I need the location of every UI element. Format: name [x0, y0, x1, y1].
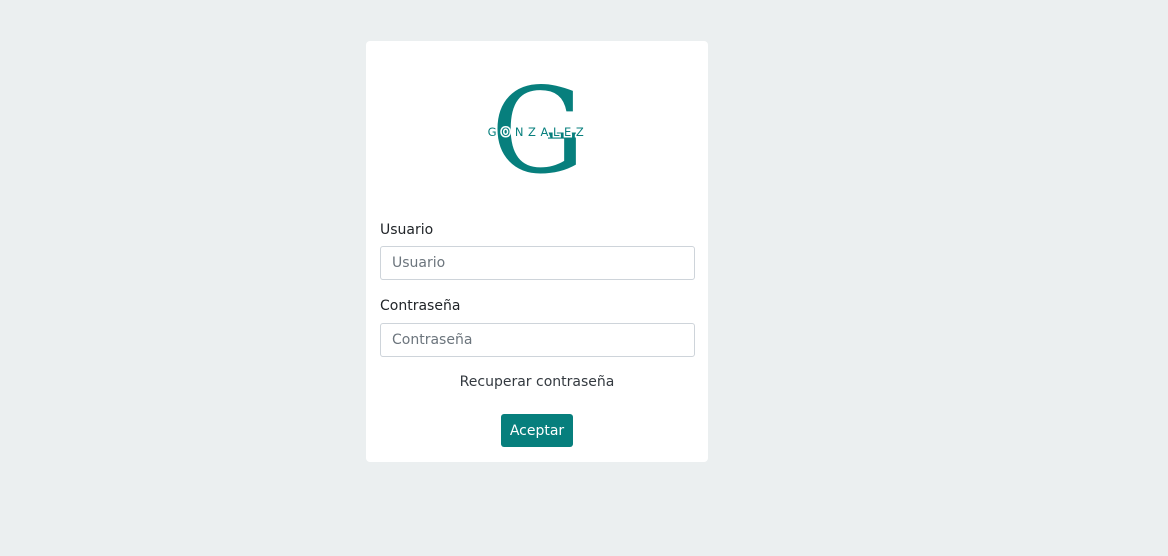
username-input[interactable] — [380, 246, 695, 280]
password-label: Contraseña — [380, 298, 461, 314]
password-input[interactable] — [380, 323, 695, 357]
logo-wordmark: GONZALEZ — [488, 125, 589, 139]
login-card: G GONZALEZ Usuario Contraseña Recuperar … — [366, 41, 708, 462]
username-label: Usuario — [380, 222, 434, 238]
logo-mark: G GONZALEZ — [486, 79, 589, 179]
accept-button[interactable]: Aceptar — [501, 414, 573, 447]
recover-password-link[interactable]: Recuperar contraseña — [366, 374, 708, 390]
company-logo: G GONZALEZ — [476, 79, 601, 179]
